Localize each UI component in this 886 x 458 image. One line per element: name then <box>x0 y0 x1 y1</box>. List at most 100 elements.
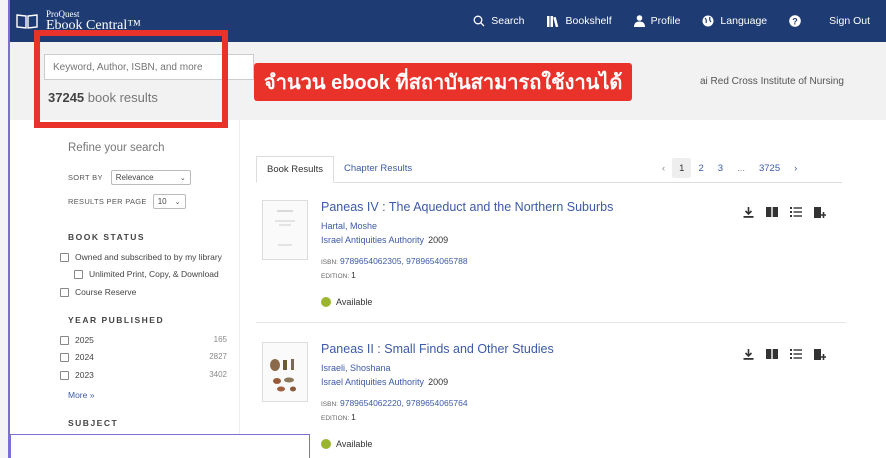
publisher-link[interactable]: Israel Antiquities Authority <box>321 377 424 387</box>
pagination: ‹ 1 2 3 ... 3725 › <box>655 158 804 178</box>
nav-help[interactable]: ? <box>789 15 807 27</box>
page-1-button[interactable]: 1 <box>672 158 692 178</box>
availability-label: Available <box>336 439 373 449</box>
nav-signout-label: Sign Out <box>829 15 870 27</box>
checkbox[interactable] <box>60 352 69 362</box>
sort-by-row: SORT BY Relevance ⌄ <box>68 170 191 185</box>
add-to-bookshelf-button[interactable] <box>808 346 832 362</box>
nav-language[interactable]: Language <box>702 15 767 27</box>
pagination-ellipsis: ... <box>737 162 745 174</box>
isbn-value: 9789654062220, 9789654065764 <box>339 398 468 408</box>
bookshelf-icon <box>546 15 558 27</box>
list-icon <box>790 349 802 359</box>
nav-signout[interactable]: Sign Out <box>829 15 870 27</box>
availability-label: Available <box>336 297 373 307</box>
nav-search-label: Search <box>491 15 525 27</box>
status-owned-checkbox[interactable]: Owned and subscribed to by my library <box>60 252 222 262</box>
chevron-down-icon: ⌄ <box>174 198 181 206</box>
book-author-link[interactable]: Israeli, Shoshana <box>321 363 391 373</box>
nav-search[interactable]: Search <box>473 15 525 27</box>
page-2-button[interactable]: 2 <box>691 158 710 178</box>
overlay-panel <box>10 434 310 458</box>
edition-label: EDITION: <box>321 273 350 280</box>
read-online-button[interactable] <box>760 204 784 220</box>
list-icon <box>790 207 802 217</box>
checkbox[interactable] <box>60 335 69 345</box>
checkbox[interactable] <box>60 287 69 297</box>
book-publisher: Israel Antiquities Authority 2009 <box>321 235 448 245</box>
nav-bookshelf[interactable]: Bookshelf <box>546 15 612 27</box>
highlight-box <box>34 30 228 128</box>
available-dot-icon <box>321 439 331 449</box>
book-cover-thumbnail[interactable] <box>262 200 308 260</box>
edition-value: 1 <box>351 412 356 422</box>
checkbox[interactable] <box>60 370 69 380</box>
year-count: 165 <box>213 335 227 344</box>
browser-frame: ProQuest Ebook Central™ Search Bookshelf… <box>8 0 886 458</box>
year-published-heading: YEAR PUBLISHED <box>68 315 165 325</box>
page-3-button[interactable]: 3 <box>711 158 730 178</box>
sort-by-select[interactable]: Relevance ⌄ <box>110 170 191 185</box>
results-per-page-select[interactable]: 10 ⌄ <box>152 194 186 209</box>
status-unlimited-checkbox[interactable]: Unlimited Print, Copy, & Download <box>74 269 219 279</box>
results-per-page-label: RESULTS PER PAGE <box>68 197 147 206</box>
year-2023-checkbox[interactable]: 2023 <box>60 370 94 380</box>
checkbox[interactable] <box>60 252 69 262</box>
institution-name: ai Red Cross Institute of Nursing <box>700 76 844 87</box>
status-unlimited-label: Unlimited Print, Copy, & Download <box>89 269 219 279</box>
year-2025-checkbox[interactable]: 2025 <box>60 335 94 345</box>
sort-by-value: Relevance <box>115 173 154 182</box>
person-icon <box>633 15 645 27</box>
book-title-link[interactable]: Paneas II : Small Finds and Other Studie… <box>321 342 554 356</box>
year-count: 3402 <box>209 370 227 379</box>
nav-bookshelf-label: Bookshelf <box>565 15 612 27</box>
open-book-icon <box>766 349 778 359</box>
prev-page-button[interactable]: ‹ <box>655 158 672 178</box>
book-result-item: Paneas IV : The Aqueduct and the Norther… <box>256 188 846 323</box>
nav-language-label: Language <box>720 15 768 27</box>
subject-heading: SUBJECT <box>68 418 119 428</box>
details-list-button[interactable] <box>784 204 808 220</box>
edition-label: EDITION: <box>321 415 350 422</box>
checkbox[interactable] <box>74 269 83 279</box>
book-status-heading: BOOK STATUS <box>68 232 146 242</box>
next-page-button[interactable]: › <box>787 158 804 178</box>
year-label: 2025 <box>75 335 94 345</box>
more-years-link[interactable]: More » <box>68 390 94 400</box>
download-button[interactable] <box>736 346 760 362</box>
last-page-button[interactable]: 3725 <box>752 158 787 178</box>
details-list-button[interactable] <box>784 346 808 362</box>
tab-chapter-results[interactable]: Chapter Results <box>334 155 422 182</box>
year-count: 2827 <box>209 352 227 361</box>
download-button[interactable] <box>736 204 760 220</box>
chevron-down-icon: ⌄ <box>179 174 186 182</box>
sort-by-label: SORT BY <box>68 173 103 182</box>
available-dot-icon <box>321 297 331 307</box>
results-per-page-value: 10 <box>157 197 167 206</box>
results-per-page-row: RESULTS PER PAGE 10 ⌄ <box>68 194 186 209</box>
book-author-link[interactable]: Hartal, Moshe <box>321 221 377 231</box>
book-result-item: Paneas II : Small Finds and Other Studie… <box>256 330 846 458</box>
status-course-reserve-checkbox[interactable]: Course Reserve <box>60 287 136 297</box>
book-title-link[interactable]: Paneas IV : The Aqueduct and the Norther… <box>321 200 613 214</box>
isbn-label: ISBN: <box>321 401 338 408</box>
book-edition: EDITION: 1 <box>321 412 356 422</box>
add-to-bookshelf-button[interactable] <box>808 204 832 220</box>
open-book-icon <box>16 14 38 29</box>
year-2024-checkbox[interactable]: 2024 <box>60 352 94 362</box>
status-course-reserve-label: Course Reserve <box>75 287 137 297</box>
search-icon <box>473 15 485 27</box>
nav-profile[interactable]: Profile <box>633 15 680 27</box>
download-icon <box>743 348 753 360</box>
publisher-link[interactable]: Israel Antiquities Authority <box>321 235 424 245</box>
book-cover-thumbnail[interactable] <box>262 342 308 402</box>
download-icon <box>743 206 753 218</box>
book-actions <box>736 204 832 220</box>
year-label: 2024 <box>75 352 94 362</box>
refine-heading: Refine your search <box>68 142 165 154</box>
globe-icon <box>702 15 714 27</box>
help-icon: ? <box>789 15 801 27</box>
read-online-button[interactable] <box>760 346 784 362</box>
tab-book-results[interactable]: Book Results <box>256 156 334 183</box>
bookshelf-add-icon <box>814 348 826 360</box>
